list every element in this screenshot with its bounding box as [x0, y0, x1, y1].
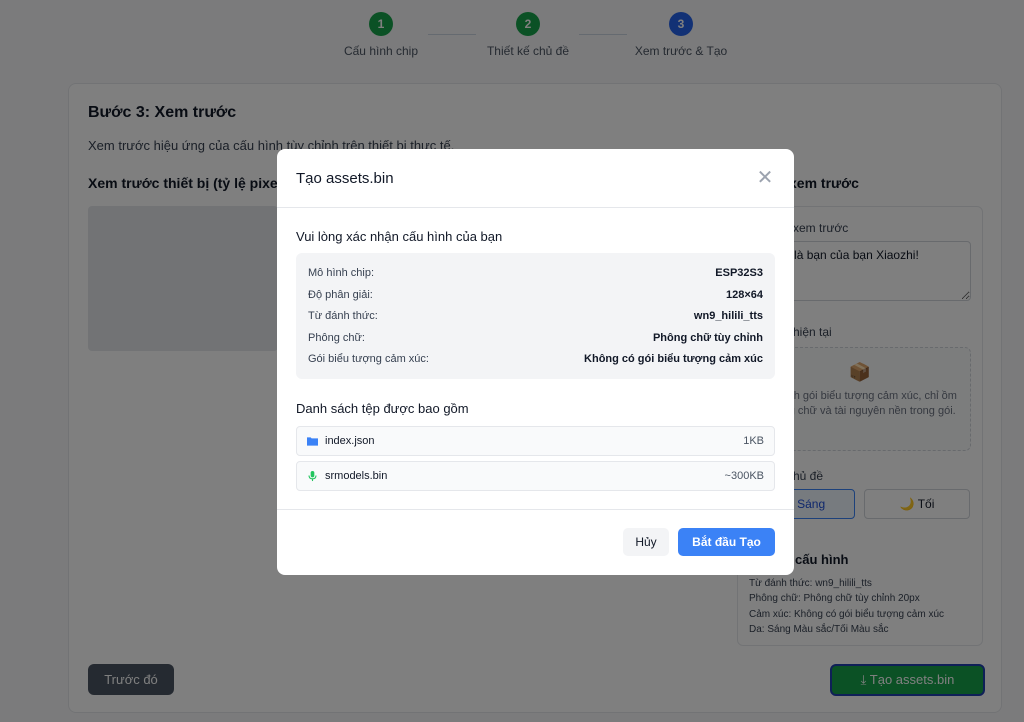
modal-header: Tạo assets.bin ✕: [277, 149, 794, 208]
files-title: Danh sách tệp được bao gồm: [296, 401, 469, 416]
config-key: Phông chữ:: [308, 332, 365, 344]
file-size: 1KB: [743, 435, 764, 447]
config-row: Độ phân giải: 128×64: [308, 289, 763, 305]
modal-title: Tạo assets.bin: [296, 170, 394, 187]
config-value: ESP32S3: [715, 267, 763, 279]
config-key: Từ đánh thức:: [308, 310, 378, 322]
config-row: Phông chữ: Phông chữ tùy chỉnh: [308, 332, 763, 348]
file-row: index.json 1KB: [296, 426, 775, 456]
folder-icon: [307, 437, 318, 446]
close-icon[interactable]: ✕: [755, 168, 775, 188]
file-size: ~300KB: [724, 470, 764, 482]
config-summary: Mô hình chip: ESP32S3 Độ phân giải: 128×…: [296, 253, 775, 379]
file-name: index.json: [325, 435, 375, 447]
file-row: srmodels.bin ~300KB: [296, 461, 775, 491]
confirm-title: Vui lòng xác nhận cấu hình của bạn: [296, 229, 503, 244]
config-value: 128×64: [725, 289, 763, 301]
config-row: Từ đánh thức: wn9_hilili_tts: [308, 310, 763, 326]
config-key: Độ phân giải:: [308, 289, 373, 301]
config-key: Mô hình chip:: [308, 267, 375, 279]
modal-divider: [277, 509, 794, 510]
file-name: srmodels.bin: [325, 470, 388, 482]
config-row: Gói biểu tượng cảm xúc: Không có gói biể…: [308, 353, 763, 369]
microphone-icon: [308, 470, 317, 482]
cancel-button[interactable]: Hủy: [623, 528, 669, 556]
config-value: Không có gói biểu tượng cảm xúc: [584, 353, 763, 365]
config-key: Gói biểu tượng cảm xúc:: [308, 353, 429, 365]
config-value: Phông chữ tùy chỉnh: [652, 332, 763, 344]
start-create-button[interactable]: Bắt đầu Tạo: [678, 528, 775, 556]
config-value: wn9_hilili_tts: [693, 310, 763, 322]
create-assets-modal: Tạo assets.bin ✕ Vui lòng xác nhận cấu h…: [277, 149, 794, 575]
config-row: Mô hình chip: ESP32S3: [308, 267, 763, 283]
